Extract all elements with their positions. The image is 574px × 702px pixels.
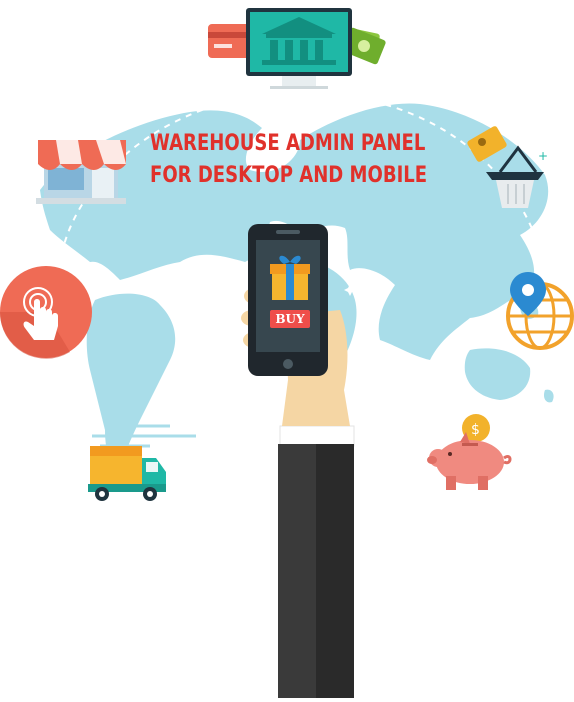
illustration-svg: + $ BUY (0, 8, 574, 698)
delivery-truck-icon (88, 424, 196, 501)
headline-line-2: FOR DESKTOP AND MOBILE (150, 163, 428, 188)
headline-line-1: WAREHOUSE ADMIN PANEL (150, 131, 426, 156)
buy-button-label: BUY (275, 312, 305, 326)
bank-icon (246, 8, 352, 89)
arm-sleeve (278, 425, 355, 698)
storefront-icon (36, 140, 126, 204)
headline: WAREHOUSE ADMIN PANEL FOR DESKTOP AND MO… (150, 128, 428, 192)
piggy-bank-icon: $ (427, 414, 512, 490)
location-globe-icon (506, 272, 574, 350)
svg-text:+: + (538, 149, 548, 163)
buy-button[interactable]: BUY (270, 310, 310, 328)
svg-text:$: $ (471, 422, 480, 438)
infographic-canvas: + $ BUY WAREHOUSE ADMIN PANEL FOR DESKTO… (0, 0, 574, 698)
tap-hand-icon (0, 266, 92, 359)
